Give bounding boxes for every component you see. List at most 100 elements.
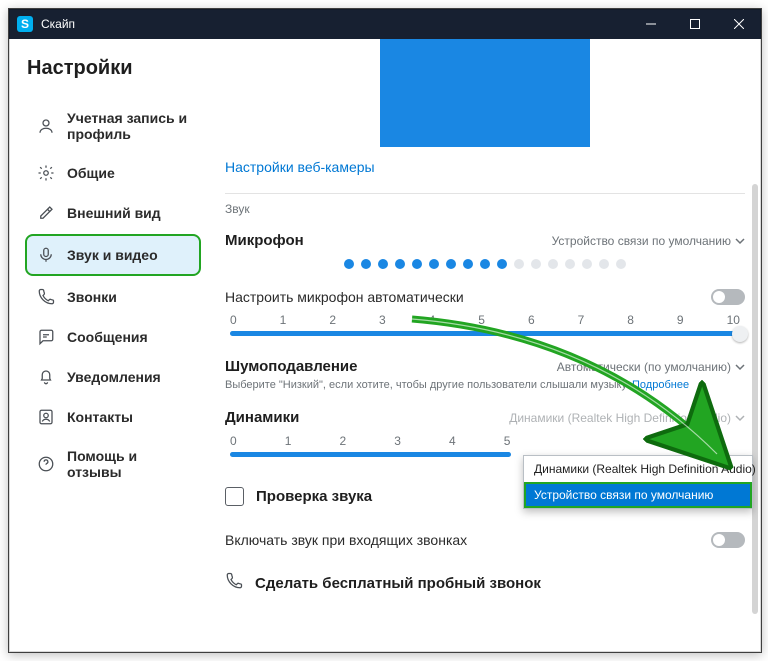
tick-label: 9 <box>677 313 684 327</box>
scrollbar[interactable] <box>752 184 758 614</box>
window-title: Скайп <box>41 17 75 31</box>
sidebar-item-notifications[interactable]: Уведомления <box>27 358 201 396</box>
microphone-device-value: Устройство связи по умолчанию <box>552 234 731 248</box>
speakers-dropdown: Динамики (Realtek High Definition Audio)… <box>523 455 753 509</box>
tick-label: 6 <box>528 313 535 327</box>
nav-label: Звук и видео <box>67 247 158 263</box>
nav-label: Внешний вид <box>67 205 161 221</box>
meter-dot <box>344 259 354 269</box>
skype-logo-icon: S <box>17 16 33 32</box>
meter-dot <box>378 259 388 269</box>
ring-on-call-row: Включать звук при входящих звонках <box>225 532 745 548</box>
auto-adjust-row: Настроить микрофон автоматически <box>225 289 745 305</box>
tick-label: 4 <box>429 313 436 327</box>
sidebar-item-help[interactable]: Помощь и отзывы <box>27 438 201 490</box>
tick-label: 3 <box>379 313 386 327</box>
bell-icon <box>37 368 55 386</box>
microphone-level-meter <box>225 259 745 269</box>
nav-list: Учетная запись и профиль Общие Внешний в… <box>27 100 201 490</box>
noise-row: Шумоподавление Автоматически (по умолчан… <box>225 358 745 375</box>
ring-on-call-toggle[interactable] <box>711 532 745 548</box>
nav-label: Учетная запись и профиль <box>67 110 191 142</box>
app-window: S Скайп Настройки Учетная запись <box>8 8 762 653</box>
tick-label: 3 <box>394 434 401 448</box>
nav-label: Помощь и отзывы <box>67 448 191 480</box>
auto-adjust-toggle[interactable] <box>711 289 745 305</box>
sidebar-item-general[interactable]: Общие <box>27 154 201 192</box>
auto-adjust-label: Настроить микрофон автоматически <box>225 289 464 305</box>
mic-volume-slider[interactable]: 012345678910 <box>225 313 745 336</box>
speakers-title: Динамики <box>225 409 299 426</box>
phone-icon <box>225 572 243 594</box>
sidebar-item-audio-video[interactable]: Звук и видео <box>25 234 201 276</box>
microphone-title: Микрофон <box>225 232 304 249</box>
slider-ticks: 012345678910 <box>230 313 740 327</box>
microphone-row: Микрофон Устройство связи по умолчанию <box>225 232 745 249</box>
meter-dot <box>582 259 592 269</box>
slider-track <box>230 331 740 336</box>
meter-dot <box>429 259 439 269</box>
meter-dot <box>616 259 626 269</box>
tick-label: 5 <box>504 434 511 448</box>
speakers-device-value: Динамики (Realtek High Definition Audio) <box>509 411 731 425</box>
slider-thumb[interactable] <box>732 326 748 342</box>
chevron-down-icon <box>735 413 745 423</box>
chevron-down-icon <box>735 236 745 246</box>
sidebar-title: Настройки <box>27 57 201 80</box>
noise-hint: Выберите "Низкий", если хотите, чтобы др… <box>225 379 745 391</box>
noise-hint-text: Выберите "Низкий", если хотите, чтобы др… <box>225 379 629 391</box>
meter-dot <box>463 259 473 269</box>
separator <box>225 193 745 194</box>
free-test-call-label: Сделать бесплатный пробный звонок <box>255 575 541 592</box>
sound-test-label: Проверка звука <box>256 488 372 505</box>
phone-icon <box>37 288 55 306</box>
meter-dot <box>531 259 541 269</box>
microphone-device-select[interactable]: Устройство связи по умолчанию <box>552 234 745 248</box>
noise-title: Шумоподавление <box>225 358 358 375</box>
maximize-button[interactable] <box>673 9 717 39</box>
sidebar-item-contacts[interactable]: Контакты <box>27 398 201 436</box>
noise-more-link[interactable]: Подробнее <box>632 379 689 391</box>
speaker-volume-slider[interactable]: 012345 <box>225 434 745 457</box>
slider-fill <box>230 452 511 457</box>
microphone-icon <box>37 246 55 264</box>
meter-dot <box>599 259 609 269</box>
title-bar: S Скайп <box>9 9 761 39</box>
sound-test-checkbox[interactable] <box>225 487 244 506</box>
sidebar-item-appearance[interactable]: Внешний вид <box>27 194 201 232</box>
tick-label: 5 <box>478 313 485 327</box>
noise-value: Автоматически (по умолчанию) <box>557 360 731 374</box>
close-button[interactable] <box>717 9 761 39</box>
noise-value-select[interactable]: Автоматически (по умолчанию) <box>557 360 745 374</box>
sound-section-label: Звук <box>225 202 745 216</box>
free-test-call-row[interactable]: Сделать бесплатный пробный звонок <box>225 572 745 594</box>
slider-fill <box>230 331 740 336</box>
slider-ticks: 012345 <box>230 434 511 448</box>
help-icon <box>37 455 55 473</box>
sidebar-item-calls[interactable]: Звонки <box>27 278 201 316</box>
dropdown-option[interactable]: Динамики (Realtek High Definition Audio) <box>524 456 752 482</box>
sidebar: Настройки Учетная запись и профиль Общие <box>9 39 207 652</box>
meter-dot <box>395 259 405 269</box>
meter-dot <box>446 259 456 269</box>
person-icon <box>37 117 55 135</box>
dropdown-option-selected[interactable]: Устройство связи по умолчанию <box>524 482 752 508</box>
speakers-row: Динамики Динамики (Realtek High Definiti… <box>225 409 745 426</box>
sidebar-item-messages[interactable]: Сообщения <box>27 318 201 356</box>
nav-label: Контакты <box>67 409 133 425</box>
meter-dot <box>480 259 490 269</box>
speakers-device-select[interactable]: Динамики (Realtek High Definition Audio) <box>509 411 745 425</box>
meter-dot <box>412 259 422 269</box>
tick-label: 1 <box>280 313 287 327</box>
minimize-button[interactable] <box>629 9 673 39</box>
ring-on-call-label: Включать звук при входящих звонках <box>225 532 467 548</box>
tick-label: 2 <box>329 313 336 327</box>
body: Настройки Учетная запись и профиль Общие <box>9 39 761 652</box>
tick-label: 2 <box>340 434 347 448</box>
gear-icon <box>37 164 55 182</box>
contacts-icon <box>37 408 55 426</box>
webcam-settings-link[interactable]: Настройки веб-камеры <box>225 159 745 175</box>
nav-label: Звонки <box>67 289 117 305</box>
meter-dot <box>497 259 507 269</box>
sidebar-item-account[interactable]: Учетная запись и профиль <box>27 100 201 152</box>
